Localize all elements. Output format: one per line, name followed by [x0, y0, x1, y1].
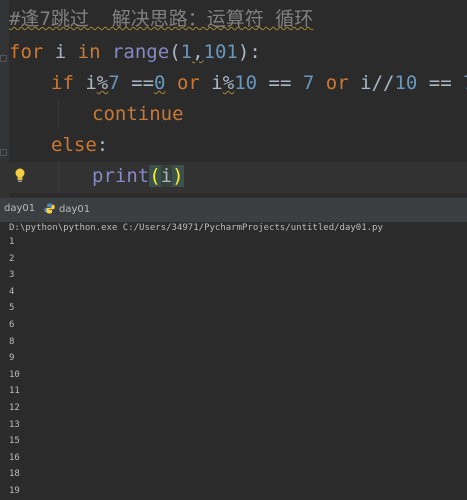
close-paren-colon: ): [237, 41, 261, 63]
number-literal: 7 [302, 72, 315, 94]
identifier-i: i [85, 72, 97, 94]
keyword-in: in [77, 41, 101, 63]
operator-floordiv: // [371, 72, 395, 94]
console-output-line: 5 [9, 303, 15, 314]
code-line-print[interactable]: print(i) [92, 161, 184, 191]
console-output-line: 8 [9, 336, 15, 347]
console-output-line: 11 [9, 386, 20, 397]
console-output-line: 9 [9, 353, 15, 364]
console-output-line: 18 [9, 469, 20, 480]
console-output-line: 15 [9, 436, 20, 447]
number-literal: 10 [234, 72, 258, 94]
loop-variable: i [43, 41, 78, 63]
keyword-continue: continue [92, 103, 184, 125]
current-line-highlight [0, 162, 467, 193]
code-comment-line[interactable]: #逢7跳过 解决思路：运算符 循环 [9, 4, 313, 34]
console-output-line: 19 [9, 486, 20, 496]
code-line-continue[interactable]: continue [92, 99, 184, 129]
argument-i: i [160, 165, 173, 187]
operator-mod: % [222, 72, 235, 94]
run-console[interactable]: D:\python\python.exe C:/Users/34971/Pych… [0, 222, 467, 500]
run-tab[interactable]: day01 [42, 201, 90, 219]
code-line-if[interactable]: if i%7 ==0 or i%10 == 7 or i//10 == 7: [51, 68, 467, 98]
run-tab-label: day01 [59, 204, 91, 215]
operator-eq: == [417, 72, 464, 94]
close-paren-highlight: ) [172, 165, 184, 187]
console-command-line: D:\python\python.exe C:/Users/34971/Pych… [9, 223, 383, 233]
code-line-for[interactable]: for i in range(1,101): [9, 37, 261, 67]
number-literal: 0 [154, 72, 166, 94]
console-output-line: 16 [9, 452, 20, 463]
console-output-line: 1 [9, 237, 15, 247]
identifier-i: i [211, 72, 223, 94]
console-output-line: 3 [9, 270, 15, 281]
builtin-print: print [92, 165, 150, 187]
open-paren: ( [169, 41, 181, 63]
operator-eq: == [257, 72, 303, 94]
console-output-line: 12 [9, 403, 20, 413]
code-line-else[interactable]: else: [51, 130, 108, 160]
identifier-i: i [360, 72, 372, 94]
keyword-or: or [325, 72, 349, 94]
operator-eq: == [131, 72, 155, 94]
console-output-line: 13 [9, 419, 20, 430]
keyword-or: or [176, 72, 200, 94]
open-paren-highlight: ( [149, 165, 161, 187]
operator-mod: % [96, 72, 109, 94]
colon: : [96, 134, 109, 156]
console-output-line: 6 [9, 320, 15, 330]
fold-marker[interactable] [0, 149, 7, 156]
builtin-range: range [100, 41, 170, 63]
console-output-line: 2 [9, 253, 15, 264]
keyword-else: else [51, 134, 97, 156]
python-icon [44, 203, 55, 214]
number-literal: 7 [463, 72, 467, 94]
toolwindow-title: day01 [4, 203, 36, 214]
keyword-if: if [51, 72, 74, 94]
comma: , [192, 41, 204, 63]
console-output-line: 10 [9, 369, 20, 380]
run-toolwindow-header: day01 day01 [0, 197, 467, 223]
indent-guide [58, 100, 59, 130]
comment-text: #逢7跳过 解决思路：运算符 循环 [9, 8, 314, 30]
number-literal: 101 [203, 41, 238, 63]
lightbulb-icon[interactable] [13, 167, 27, 185]
console-output-line: 4 [9, 286, 15, 297]
number-literal: 1 [180, 41, 193, 63]
number-literal: 10 [394, 72, 418, 94]
indent-guide [58, 162, 59, 193]
number-literal: 7 [108, 72, 120, 94]
fold-marker[interactable] [0, 55, 7, 62]
code-editor[interactable]: #逢7跳过 解决思路：运算符 循环 for i in range(1,101):… [0, 0, 467, 197]
keyword-for: for [9, 41, 44, 63]
